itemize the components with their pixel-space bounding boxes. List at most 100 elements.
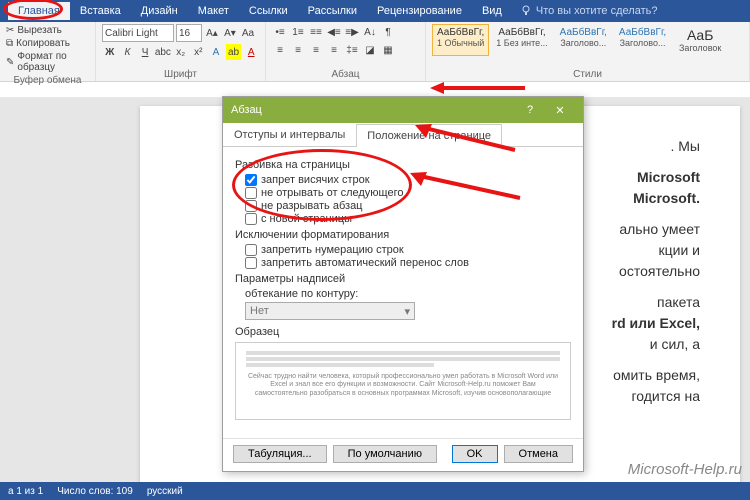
style-no-spacing[interactable]: АаБбВвГг,1 Без инте... <box>491 24 552 56</box>
tab-home[interactable]: Главная <box>8 2 70 20</box>
doc-text: пакета <box>657 294 700 310</box>
change-case-button[interactable]: Aa <box>240 25 256 41</box>
group-label-paragraph: Абзац <box>272 68 419 81</box>
copy-icon: ⧉ <box>6 38 13 49</box>
section-pagination: Разбивка на страницы <box>235 159 571 171</box>
borders-button[interactable]: ▦ <box>380 42 396 58</box>
doc-text: остоятельно <box>619 263 700 279</box>
word-count[interactable]: Число слов: 109 <box>57 486 133 497</box>
cut-button[interactable]: ✂Вырезать <box>6 24 89 37</box>
help-button[interactable]: ? <box>515 104 545 116</box>
default-button[interactable]: По умолчанию <box>333 445 437 463</box>
italic-button[interactable]: К <box>120 44 136 60</box>
doc-text: годится на <box>631 388 700 404</box>
close-button[interactable]: ✕ <box>545 104 575 117</box>
decrease-indent-button[interactable]: ◀≡ <box>326 24 342 40</box>
tab-mailings[interactable]: Рассылки <box>298 2 367 20</box>
suppress-line-num-checkbox[interactable]: запретить нумерацию строк <box>245 244 571 256</box>
style-title[interactable]: АаБЗаголовок <box>673 24 727 56</box>
language-indicator[interactable]: русский <box>147 486 183 497</box>
tab-insert[interactable]: Вставка <box>70 2 131 20</box>
doc-text: rd или Excel, <box>612 315 700 331</box>
doc-text: . Мы <box>670 138 700 154</box>
font-name-select[interactable]: Calibri Light <box>102 24 174 42</box>
lightbulb-icon <box>520 5 532 17</box>
ribbon: ✂Вырезать ⧉Копировать ✎Формат по образцу… <box>0 22 750 82</box>
group-styles: АаБбВвГг,1 Обычный АаБбВвГг,1 Без инте..… <box>426 22 750 81</box>
line-spacing-button[interactable]: ‡≡ <box>344 42 360 58</box>
show-marks-button[interactable]: ¶ <box>380 24 396 40</box>
numbering-button[interactable]: 1≡ <box>290 24 306 40</box>
wrap-label: обтекание по контуру: <box>245 288 571 300</box>
keep-lines-checkbox[interactable]: не разрывать абзац <box>245 200 571 212</box>
style-heading1[interactable]: АаБбВвГг,Заголово... <box>555 24 612 56</box>
section-textbox-options: Параметры надписей <box>235 273 571 285</box>
status-bar: а 1 из 1 Число слов: 109 русский <box>0 482 750 500</box>
tab-references[interactable]: Ссылки <box>239 2 298 20</box>
preview-box: Сейчас трудно найти человека, который пр… <box>235 342 571 420</box>
underline-button[interactable]: Ч <box>137 44 153 60</box>
dialog-tabs: Отступы и интервалы Положение на страниц… <box>223 123 583 147</box>
multilevel-button[interactable]: ≡≡ <box>308 24 324 40</box>
ok-button[interactable]: OK <box>452 445 498 463</box>
ribbon-tabs: Главная Вставка Дизайн Макет Ссылки Расс… <box>0 0 750 22</box>
suppress-hyphen-checkbox[interactable]: запретить автоматический перенос слов <box>245 257 571 269</box>
paragraph-dialog: Абзац ? ✕ Отступы и интервалы Положение … <box>222 96 584 472</box>
doc-text: Microsoft. <box>633 190 700 206</box>
strike-button[interactable]: abc <box>155 44 171 60</box>
tell-me-search[interactable]: Что вы хотите сделать? <box>520 5 658 17</box>
increase-indent-button[interactable]: ≡▶ <box>344 24 360 40</box>
group-font: Calibri Light 16 A▴ A▾ Aa Ж К Ч abc x₂ x… <box>96 22 266 81</box>
tabs-button[interactable]: Табуляция... <box>233 445 327 463</box>
scissors-icon: ✂ <box>6 25 14 36</box>
subscript-button[interactable]: x₂ <box>173 44 189 60</box>
section-format-exceptions: Исключении форматирования <box>235 229 571 241</box>
chevron-down-icon: ▾ <box>404 305 410 318</box>
grow-font-button[interactable]: A▴ <box>204 25 220 41</box>
group-label-styles: Стили <box>432 68 743 81</box>
sort-button[interactable]: A↓ <box>362 24 378 40</box>
highlight-button[interactable]: ab <box>226 44 242 60</box>
format-painter-button[interactable]: ✎Формат по образцу <box>6 50 89 74</box>
tab-view[interactable]: Вид <box>472 2 512 20</box>
tab-review[interactable]: Рецензирование <box>367 2 472 20</box>
doc-text: ально умеет <box>619 221 700 237</box>
wrap-select[interactable]: Нет▾ <box>245 302 415 320</box>
brush-icon: ✎ <box>6 57 14 68</box>
justify-button[interactable]: ≡ <box>326 42 342 58</box>
shading-button[interactable]: ◪ <box>362 42 378 58</box>
keep-with-next-checkbox[interactable]: не отрывать от следующего <box>245 187 571 199</box>
preview-label: Образец <box>235 326 571 338</box>
style-heading2[interactable]: АаБбВвГг,Заголово... <box>614 24 671 56</box>
doc-text: Microsoft <box>637 169 700 185</box>
doc-text: и сил, а <box>650 336 700 352</box>
align-center-button[interactable]: ≡ <box>290 42 306 58</box>
page-break-checkbox[interactable]: с новой страницы <box>245 213 571 225</box>
dialog-buttons: Табуляция... По умолчанию OK Отмена <box>223 438 583 471</box>
tab-page-position[interactable]: Положение на странице <box>356 124 502 147</box>
doc-text: омить время, <box>613 367 700 383</box>
align-right-button[interactable]: ≡ <box>308 42 324 58</box>
tab-layout[interactable]: Макет <box>188 2 239 20</box>
copy-button[interactable]: ⧉Копировать <box>6 37 89 50</box>
bullets-button[interactable]: •≡ <box>272 24 288 40</box>
align-left-button[interactable]: ≡ <box>272 42 288 58</box>
cancel-button[interactable]: Отмена <box>504 445 573 463</box>
tab-indents[interactable]: Отступы и интервалы <box>223 123 356 146</box>
tab-design[interactable]: Дизайн <box>131 2 188 20</box>
tell-me-label: Что вы хотите сделать? <box>536 5 658 17</box>
group-label-font: Шрифт <box>102 68 259 81</box>
superscript-button[interactable]: x² <box>191 44 207 60</box>
group-clipboard: ✂Вырезать ⧉Копировать ✎Формат по образцу… <box>0 22 96 81</box>
bold-button[interactable]: Ж <box>102 44 118 60</box>
group-paragraph: •≡ 1≡ ≡≡ ◀≡ ≡▶ A↓ ¶ ≡ ≡ ≡ ≡ ‡≡ ◪ ▦ Абзац <box>266 22 426 81</box>
font-size-select[interactable]: 16 <box>176 24 202 42</box>
font-color-button[interactable]: A <box>243 44 259 60</box>
style-normal[interactable]: АаБбВвГг,1 Обычный <box>432 24 489 56</box>
page-count[interactable]: а 1 из 1 <box>8 486 43 497</box>
shrink-font-button[interactable]: A▾ <box>222 25 238 41</box>
widow-control-checkbox[interactable]: запрет висячих строк <box>245 174 571 186</box>
text-effect-button[interactable]: A <box>208 44 224 60</box>
dialog-titlebar[interactable]: Абзац ? ✕ <box>223 97 583 123</box>
group-label-clipboard: Буфер обмена <box>6 74 89 87</box>
